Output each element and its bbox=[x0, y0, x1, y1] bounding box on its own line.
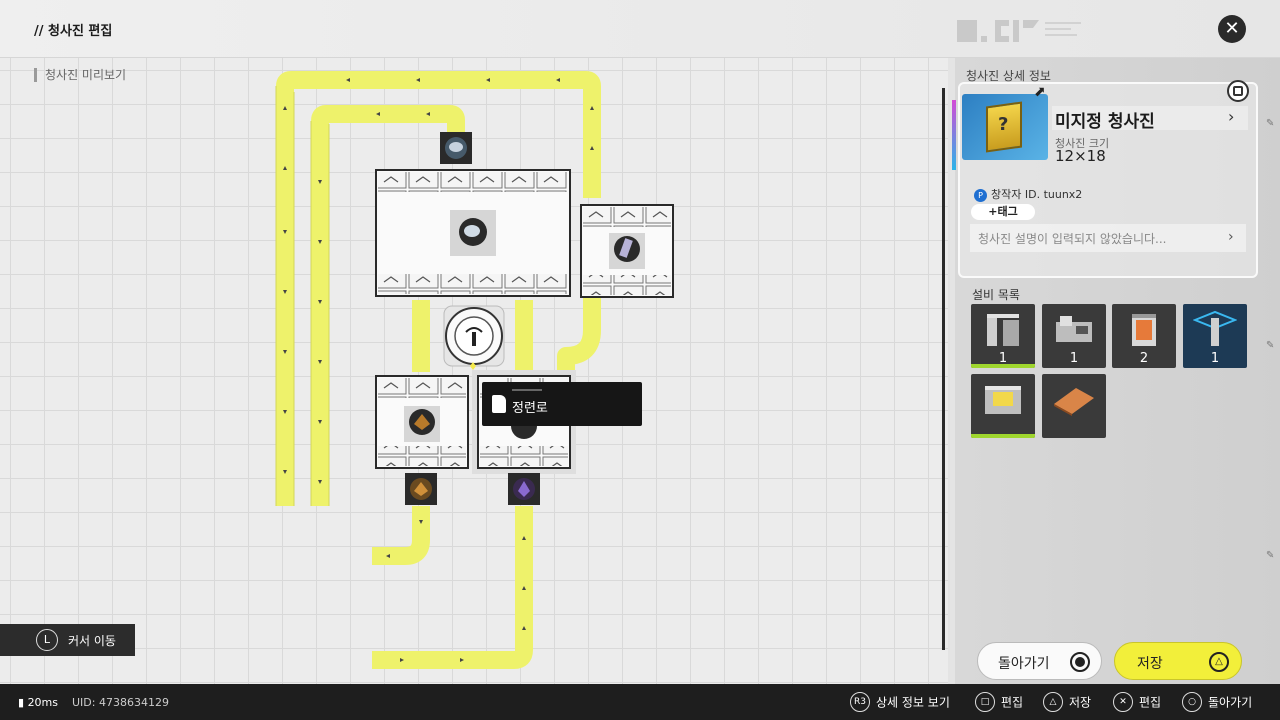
control-hint-label: 돌아가기 bbox=[1208, 695, 1253, 710]
circle-button-icon bbox=[1070, 652, 1090, 672]
equipment-item[interactable]: 2 bbox=[1112, 304, 1176, 368]
control-hint-label: 편집 bbox=[1001, 695, 1024, 710]
detail-section-label: 청사진 상세 정보 bbox=[966, 69, 1051, 83]
cross-button-icon: ✕ bbox=[1113, 692, 1133, 712]
workbench-machine-icon bbox=[1056, 316, 1092, 342]
external-link-icon[interactable]: ⬈ bbox=[1034, 84, 1046, 100]
blueprint-size-value: 12×18 bbox=[1055, 147, 1106, 165]
blueprint-preview bbox=[275, 71, 674, 669]
user-uid: UID: 4738634129 bbox=[72, 696, 169, 709]
square-button-icon[interactable] bbox=[1227, 80, 1249, 102]
control-hint-label: 상세 정보 보기 bbox=[876, 695, 950, 710]
orange-floor-icon bbox=[1054, 388, 1094, 416]
control-hint-back[interactable]: ○ 돌아가기 bbox=[1182, 692, 1252, 712]
triangle-button-icon: △ bbox=[1209, 652, 1229, 672]
control-hint-edit[interactable]: □ 편집 bbox=[975, 692, 1023, 712]
output-node-amethyst bbox=[508, 473, 540, 505]
equipment-item[interactable] bbox=[1042, 374, 1106, 438]
equipment-item[interactable] bbox=[971, 374, 1035, 438]
save-button-label: 저장 bbox=[1137, 656, 1163, 672]
side-edit-icon: ✎ bbox=[1266, 340, 1275, 351]
save-button[interactable]: 저장 △ bbox=[1114, 642, 1242, 680]
machine-tooltip: 정련로 bbox=[482, 382, 642, 426]
conveyor-belt bbox=[557, 296, 601, 372]
description-placeholder: 청사진 설명이 입력되지 않았습니다... bbox=[978, 232, 1167, 246]
conveyor-belt bbox=[372, 506, 533, 669]
refinery-machine-left bbox=[375, 375, 469, 469]
creator-id: P 창작자 ID. tuunx2 bbox=[974, 186, 1082, 202]
back-button[interactable]: 돌아가기 bbox=[977, 642, 1102, 680]
equipment-item[interactable]: 1 bbox=[1042, 304, 1106, 368]
tooltip-name: 정련로 bbox=[512, 401, 548, 416]
r3-button-icon: R3 bbox=[850, 692, 870, 712]
add-tag-button[interactable]: +태그 bbox=[971, 204, 1035, 220]
game-logo-icon bbox=[957, 20, 1081, 42]
conveyor-belt bbox=[372, 506, 430, 565]
large-machine bbox=[375, 169, 571, 297]
side-edit-icon: ✎ bbox=[1266, 550, 1275, 561]
equipment-count: 1 bbox=[1210, 351, 1220, 366]
circle-button-icon: ○ bbox=[1182, 692, 1202, 712]
blue-tower-icon bbox=[1193, 310, 1237, 346]
refinery-icon bbox=[492, 395, 506, 413]
square-button-icon: □ bbox=[975, 692, 995, 712]
blueprint-name: 미지정 청사진 bbox=[1055, 112, 1155, 132]
pillar-machine-icon bbox=[987, 314, 1019, 346]
equipment-item[interactable]: 1 bbox=[971, 304, 1035, 368]
equipment-list-label: 설비 목록 bbox=[972, 288, 1020, 302]
cursor-move-label: 커서 이동 bbox=[68, 634, 116, 648]
control-hint-details[interactable]: R3 상세 정보 보기 bbox=[850, 692, 950, 712]
chevron-right-icon: › bbox=[1228, 229, 1234, 245]
close-button[interactable]: ✕ bbox=[1218, 15, 1246, 43]
creator-label: 창작자 ID. tuunx2 bbox=[991, 188, 1083, 201]
l-stick-icon: L bbox=[36, 629, 58, 651]
status-bar: ▮ 20ms UID: 4738634129 R3 상세 정보 보기 □ 편집 △ 저… bbox=[0, 684, 1280, 720]
back-button-label: 돌아가기 bbox=[998, 656, 1050, 672]
cursor-move-hint: L 커서 이동 bbox=[0, 624, 135, 656]
storage-box-icon bbox=[985, 386, 1021, 414]
furnace-machine-icon bbox=[1132, 314, 1156, 346]
side-edit-icon: ✎ bbox=[1266, 118, 1275, 129]
ping-indicator: ▮ 20ms bbox=[18, 696, 58, 709]
equipment-item[interactable]: 1 bbox=[1183, 304, 1247, 368]
playstation-icon: P bbox=[974, 188, 987, 202]
ping-value: 20ms bbox=[27, 696, 59, 709]
detail-accent-bar bbox=[952, 100, 956, 170]
small-machine-right bbox=[580, 204, 674, 298]
control-hint-label: 편집 bbox=[1139, 695, 1162, 710]
equipment-count: 1 bbox=[1069, 351, 1079, 366]
triangle-button-icon: △ bbox=[1043, 692, 1063, 712]
blueprint-thumbnail: ? bbox=[962, 94, 1048, 160]
input-node-ore bbox=[440, 132, 472, 164]
output-node-amber bbox=[405, 473, 437, 505]
control-hint-save[interactable]: △ 저장 bbox=[1043, 692, 1091, 712]
equipment-count: 2 bbox=[1139, 351, 1149, 366]
control-hint-label: 저장 bbox=[1069, 695, 1092, 710]
round-distributor bbox=[443, 305, 505, 367]
signal-icon: ▮ bbox=[18, 696, 28, 709]
control-hint-edit-cross[interactable]: ✕ 편집 bbox=[1113, 692, 1161, 712]
chevron-right-icon[interactable]: › bbox=[1228, 107, 1234, 126]
tooltip-subtitle-line bbox=[512, 389, 542, 391]
